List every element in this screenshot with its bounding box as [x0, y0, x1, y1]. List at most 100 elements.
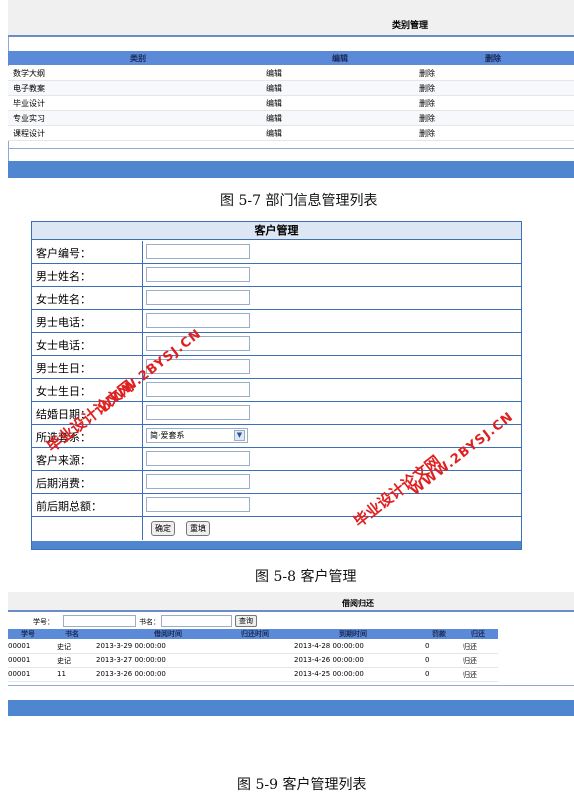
form-row-actions: 确定 重填 — [32, 517, 521, 540]
borrow-table-body: 00001 史记 2013-3-29 00:00:00 2013-4-28 00… — [8, 640, 498, 682]
chevron-down-icon[interactable]: ▼ — [234, 430, 245, 441]
search-bar: 学号： 书名： 查询 — [8, 615, 574, 629]
form-row-bride-phone: 女士电话： — [32, 333, 521, 356]
return-link[interactable]: 归还 — [463, 656, 477, 666]
borrow-time: 2013-3-27 00:00:00 — [96, 656, 166, 664]
table-row: 课程设计 编辑 删除 — [8, 126, 574, 141]
column-header: 书名 — [65, 630, 79, 638]
table-header: 学号 书名 借阅时间 归还时间 到期时间 罚款 归还 — [8, 629, 498, 639]
table-row: 电子教案 编辑 删除 — [8, 81, 574, 96]
field-label: 前后期总额： — [36, 500, 102, 513]
field-label: 后期消费： — [36, 477, 91, 490]
form-footer-bar — [32, 541, 521, 549]
field-label: 女士姓名： — [36, 293, 91, 306]
field-label: 女士生日： — [36, 385, 91, 398]
divider — [8, 148, 574, 149]
table-row: 00001 史记 2013-3-27 00:00:00 2013-4-26 00… — [8, 654, 498, 668]
table-row: 毕业设计 编辑 删除 — [8, 96, 574, 111]
form-row-total-amount: 前后期总额： — [32, 494, 521, 517]
later-spending-input[interactable] — [146, 474, 250, 489]
delete-link[interactable]: 删除 — [419, 68, 435, 79]
due-time: 2013-4-25 00:00:00 — [294, 670, 364, 678]
package-select[interactable]: 简·爱套系 ▼ — [146, 428, 248, 443]
column-header: 归还 — [471, 630, 485, 638]
edit-link[interactable]: 编辑 — [266, 68, 282, 79]
borrow-return-panel: 借阅归还 学号： 书名： 查询 学号 书名 借阅时间 归还时间 到期时间 罚款 … — [8, 592, 574, 716]
category-name: 电子教案 — [13, 84, 45, 93]
field-label: 客户编号： — [36, 247, 91, 260]
field-label: 客户来源： — [36, 454, 91, 467]
column-header: 归还时间 — [241, 630, 269, 638]
table-row: 00001 11 2013-3-26 00:00:00 2013-4-25 00… — [8, 668, 498, 682]
return-link[interactable]: 归还 — [463, 670, 477, 680]
table-row: 专业实习 编辑 删除 — [8, 111, 574, 126]
form-row-groom-birthday: 男士生日： — [32, 356, 521, 379]
form-row-bride-name: 女士姓名： — [32, 287, 521, 310]
delete-link[interactable]: 删除 — [419, 83, 435, 94]
delete-link[interactable]: 删除 — [419, 98, 435, 109]
due-time: 2013-4-28 00:00:00 — [294, 642, 364, 650]
panel-title: 类别管理 — [392, 21, 429, 31]
field-label: 女士电话： — [36, 339, 91, 352]
panel-title: 借阅归还 — [342, 599, 374, 608]
student-id-input[interactable] — [63, 615, 136, 627]
figure-caption-3: 图 5-9 客户管理列表 — [237, 777, 367, 793]
panel-footer-bar — [8, 700, 574, 716]
form-row-groom-phone: 男士电话： — [32, 310, 521, 333]
reset-button[interactable]: 重填 — [186, 521, 210, 536]
category-name: 数学大纲 — [13, 69, 45, 78]
column-header-category: 类别 — [130, 54, 146, 63]
category-management-panel: 类别管理 类别 编辑 删除 数学大纲 编辑 删除 电子教案 编辑 删除 毕业设计… — [8, 0, 574, 178]
edit-link[interactable]: 编辑 — [266, 128, 282, 139]
column-header-delete: 删除 — [485, 54, 501, 63]
return-link[interactable]: 归还 — [463, 642, 477, 652]
category-table-body: 数学大纲 编辑 删除 电子教案 编辑 删除 毕业设计 编辑 删除 专业实习 编辑… — [8, 66, 574, 141]
field-label: 男士生日： — [36, 362, 91, 375]
table-row: 数学大纲 编辑 删除 — [8, 66, 574, 81]
category-name: 毕业设计 — [13, 99, 45, 108]
customer-source-input[interactable] — [146, 451, 250, 466]
delete-link[interactable]: 删除 — [419, 113, 435, 124]
field-label: 男士姓名： — [36, 270, 91, 283]
column-header: 学号 — [21, 630, 35, 638]
form-row-groom-name: 男士姓名： — [32, 264, 521, 287]
column-header: 到期时间 — [339, 630, 367, 638]
form-row-package: 所选套系： 简·爱套系 ▼ — [32, 425, 521, 448]
confirm-button[interactable]: 确定 — [151, 521, 175, 536]
panel-footer-bar — [8, 161, 574, 178]
edit-link[interactable]: 编辑 — [266, 113, 282, 124]
delete-link[interactable]: 删除 — [419, 128, 435, 139]
book-name-input[interactable] — [161, 615, 232, 627]
customer-management-form: 客户管理 客户编号： 男士姓名： 女士姓名： 男士电话： 女士电话： 男士生日：… — [31, 221, 522, 550]
total-amount-input[interactable] — [146, 497, 250, 512]
book-name-label: 书名： — [139, 618, 160, 626]
groom-phone-input[interactable] — [146, 313, 250, 328]
bride-name-input[interactable] — [146, 290, 250, 305]
borrow-time: 2013-3-29 00:00:00 — [96, 642, 166, 650]
package-selected-value: 简·爱套系 — [150, 431, 185, 440]
edit-link[interactable]: 编辑 — [266, 83, 282, 94]
column-header: 罚款 — [432, 630, 446, 638]
customer-id-input[interactable] — [146, 244, 250, 259]
groom-name-input[interactable] — [146, 267, 250, 282]
student-id-label: 学号： — [33, 618, 54, 626]
fine: 0 — [425, 670, 430, 678]
student-id: 00001 — [8, 670, 31, 678]
query-button[interactable]: 查询 — [235, 615, 257, 627]
panel-header: 借阅归还 — [8, 592, 574, 612]
borrow-time: 2013-3-26 00:00:00 — [96, 670, 166, 678]
book-name: 史记 — [57, 643, 71, 651]
bride-birthday-input[interactable] — [146, 382, 250, 397]
edit-link[interactable]: 编辑 — [266, 98, 282, 109]
column-header-edit: 编辑 — [332, 54, 348, 63]
figure-caption-1: 图 5-7 部门信息管理列表 — [220, 193, 378, 209]
book-name: 11 — [57, 670, 66, 678]
column-header: 借阅时间 — [154, 630, 182, 638]
field-label: 男士电话： — [36, 316, 91, 329]
student-id: 00001 — [8, 642, 31, 650]
figure-caption-2: 图 5-8 客户管理 — [255, 569, 357, 585]
table-row: 00001 史记 2013-3-29 00:00:00 2013-4-28 00… — [8, 640, 498, 654]
table-header: 类别 编辑 删除 — [8, 51, 574, 65]
wedding-date-input[interactable] — [146, 405, 250, 420]
fine: 0 — [425, 656, 430, 664]
